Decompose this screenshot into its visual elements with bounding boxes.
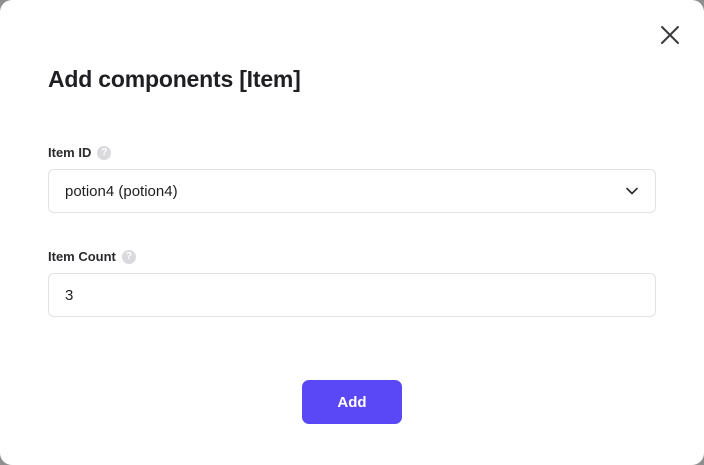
item-count-input[interactable]: 3: [48, 273, 656, 317]
close-icon: [661, 26, 679, 44]
help-icon[interactable]: ?: [121, 249, 136, 264]
item-id-select[interactable]: potion4 (potion4): [48, 169, 656, 213]
chevron-down-icon: [626, 187, 638, 195]
item-count-label-row: Item Count ?: [48, 249, 136, 264]
item-id-label: Item ID: [48, 145, 92, 160]
item-count-value: 3: [65, 286, 74, 304]
add-components-dialog: Add components [Item] Item ID ? potion4 …: [0, 0, 704, 465]
help-icon[interactable]: ?: [97, 145, 112, 160]
dialog-title: Add components [Item]: [48, 66, 301, 92]
item-count-label: Item Count: [48, 249, 116, 264]
add-button[interactable]: Add: [302, 380, 402, 424]
item-id-selected-value: potion4 (potion4): [65, 182, 178, 200]
item-id-label-row: Item ID ?: [48, 145, 112, 160]
close-button[interactable]: [655, 20, 685, 50]
